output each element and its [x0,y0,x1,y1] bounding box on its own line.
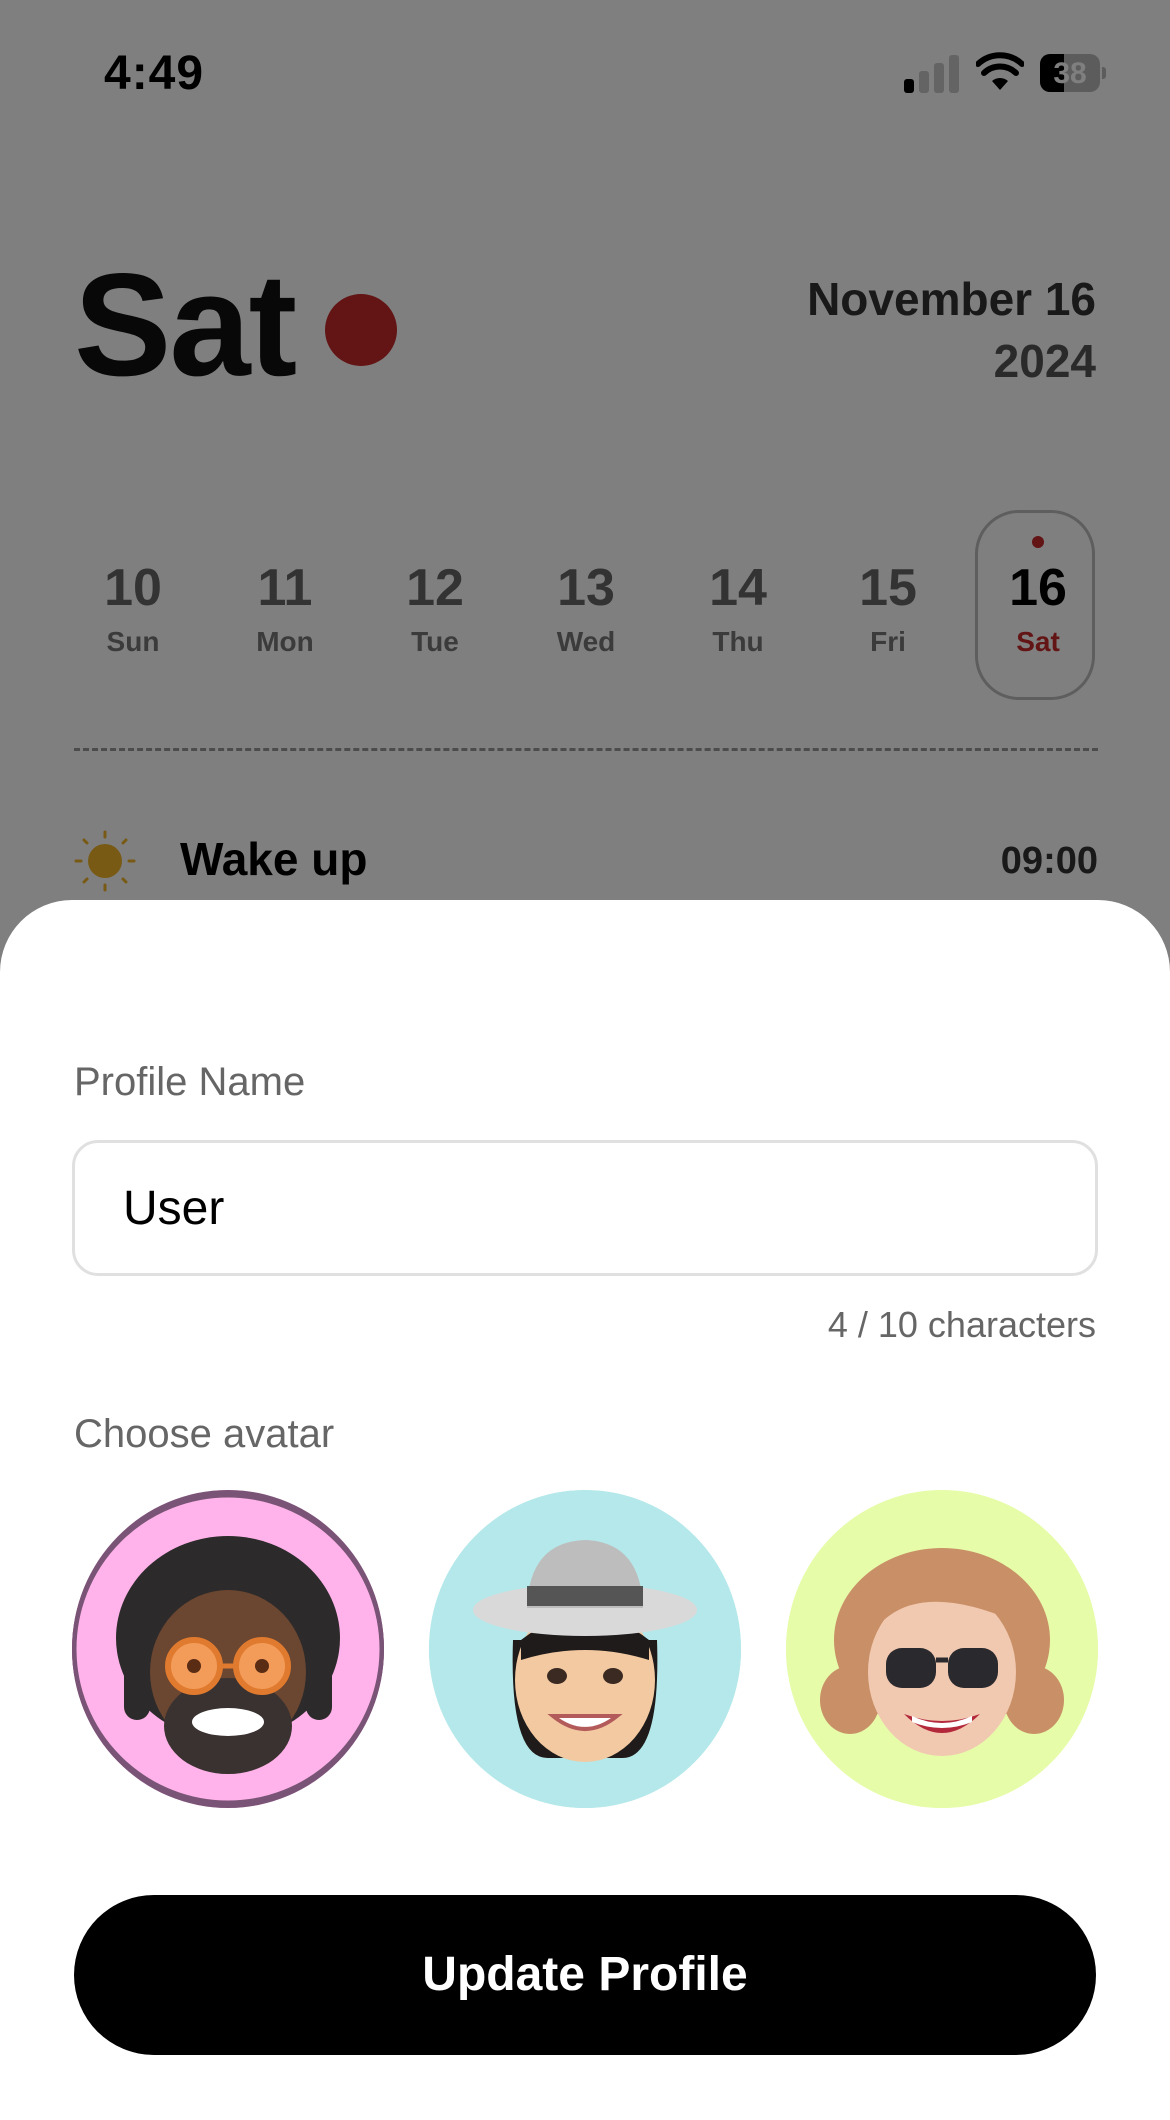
character-count: 4 / 10 characters [827,1304,1096,1345]
update-profile-button[interactable]: Update Profile [74,1895,1096,2055]
profile-name-label: Profile Name [74,1060,306,1104]
profile-name-input[interactable] [72,1140,1098,1276]
avatar-memoji-dreadlocks-icon [72,1492,384,1806]
avatar-memoji-hat-icon [429,1490,741,1808]
avatar-option-2[interactable] [429,1490,741,1808]
avatar-option-1-selected[interactable] [72,1490,384,1808]
avatar-picker [72,1490,1098,1810]
choose-avatar-label: Choose avatar [74,1412,335,1456]
edit-profile-sheet: Profile Name 4 / 10 characters Choose av… [0,900,1170,2120]
avatar-option-3[interactable] [786,1490,1098,1808]
avatar-memoji-sunglasses-icon [786,1490,1098,1808]
